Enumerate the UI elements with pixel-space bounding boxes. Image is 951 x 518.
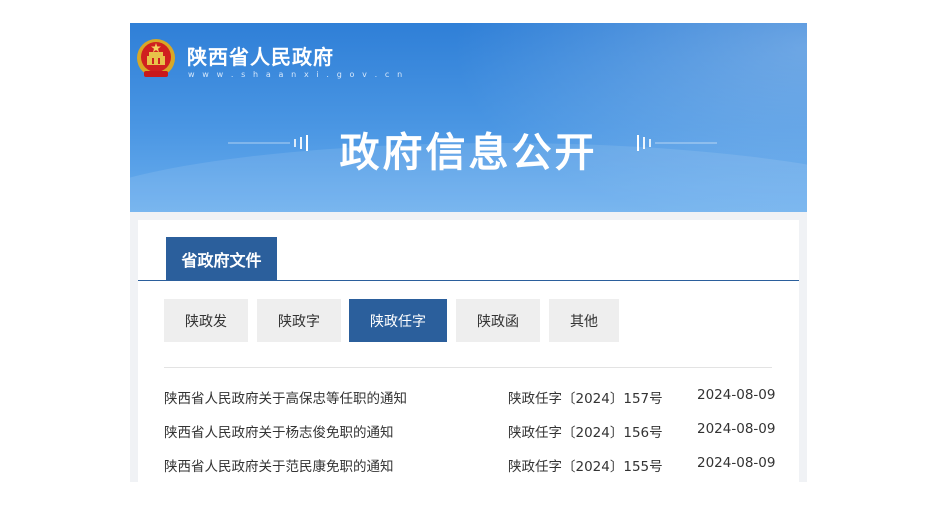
site-name[interactable]: 陕西省人民政府: [187, 41, 334, 70]
banner-glow: [390, 23, 807, 212]
document-date: 2024-08-09: [697, 455, 776, 471]
document-number: 陕政任字〔2024〕157号: [508, 391, 663, 407]
title-decoration-right: [637, 135, 717, 151]
list-item: 陕西省人民政府关于范民康免职的通知 陕政任字〔2024〕155号 2024-08…: [138, 455, 799, 475]
document-number: 陕政任字〔2024〕155号: [508, 459, 663, 475]
site-url: w w w . s h a a n x i . g o v . c n: [188, 70, 405, 79]
tab-shaanzhenghan[interactable]: 陕政函: [456, 299, 540, 342]
tab-shaanzhengrenzi[interactable]: 陕政任字: [349, 299, 447, 342]
document-number: 陕政任字〔2024〕156号: [508, 425, 663, 441]
content-panel: 省政府文件 陕政发 陕政字 陕政任字 陕政函 其他 陕西省人民政府关于高保忠等任…: [138, 220, 799, 482]
document-title-link[interactable]: 陕西省人民政府关于杨志俊免职的通知: [164, 421, 394, 441]
document-title-link[interactable]: 陕西省人民政府关于范民康免职的通知: [164, 455, 394, 475]
document-title-link[interactable]: 陕西省人民政府关于高保忠等任职的通知: [164, 387, 407, 407]
national-emblem-icon[interactable]: [135, 37, 177, 81]
document-date: 2024-08-09: [697, 387, 776, 403]
document-date: 2024-08-09: [697, 421, 776, 437]
section-title-tab[interactable]: 省政府文件: [166, 237, 277, 280]
page-container: 陕西省人民政府 w w w . s h a a n x i . g o v . …: [130, 23, 807, 482]
tab-other[interactable]: 其他: [549, 299, 619, 342]
tab-shaanzhengfa[interactable]: 陕政发: [164, 299, 248, 342]
list-item: 陕西省人民政府关于杨志俊免职的通知 陕政任字〔2024〕156号 2024-08…: [138, 421, 799, 441]
section-divider: [138, 280, 799, 281]
header-banner: 陕西省人民政府 w w w . s h a a n x i . g o v . …: [130, 23, 807, 212]
list-item: 陕西省人民政府关于高保忠等任职的通知 陕政任字〔2024〕157号 2024-0…: [138, 387, 799, 407]
tab-shaanzhengzi[interactable]: 陕政字: [257, 299, 341, 342]
list-divider: [164, 367, 772, 368]
